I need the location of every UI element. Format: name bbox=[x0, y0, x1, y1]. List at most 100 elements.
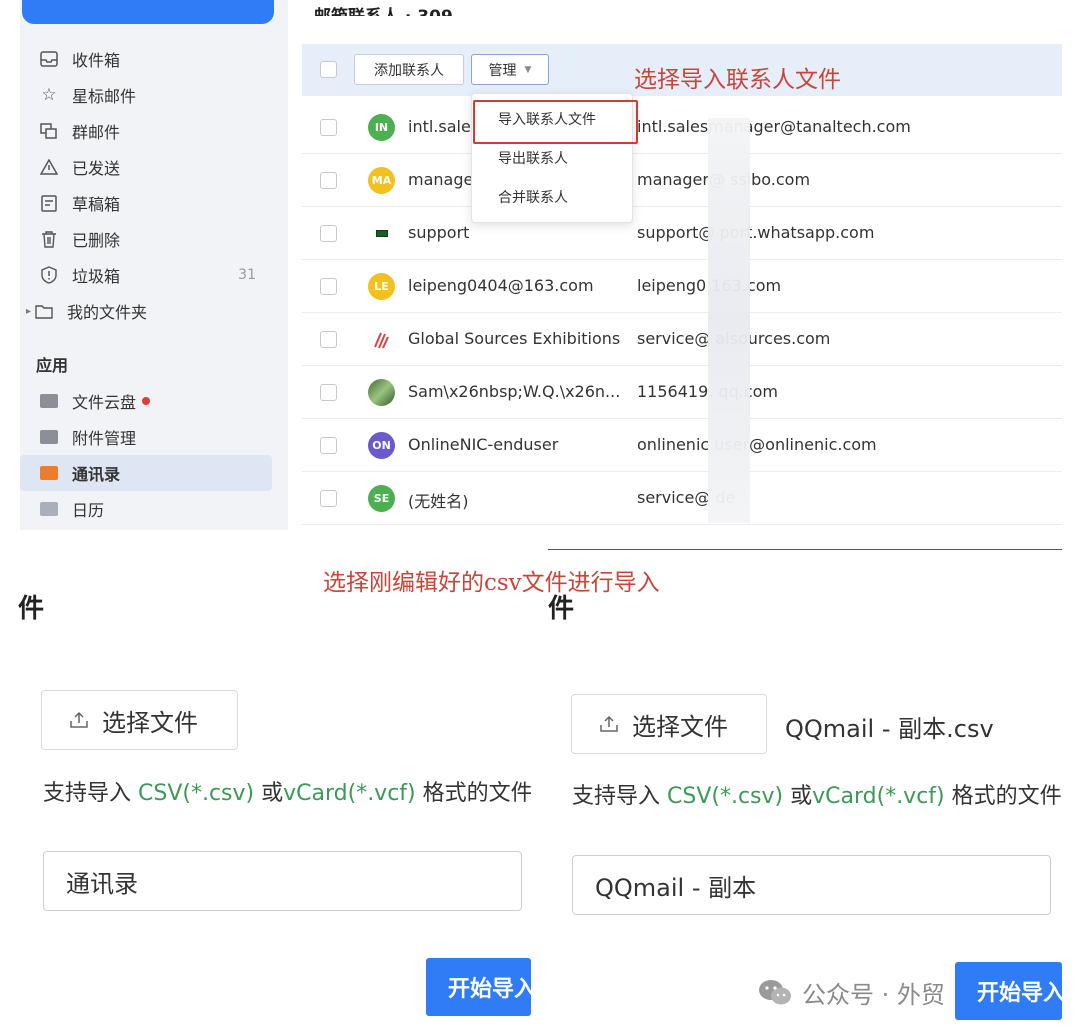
avatar: IN bbox=[368, 114, 395, 141]
draft-icon bbox=[38, 192, 60, 214]
right-start-import-button[interactable]: 开始导入 bbox=[955, 962, 1062, 1020]
table-row[interactable]: MA manage manager@ ssibo.com bbox=[302, 154, 1062, 207]
contact-email: intl.salesmanager@tanaltech.com bbox=[637, 117, 911, 136]
wechat-icon bbox=[758, 979, 792, 1007]
hint-text: 格式的文件 bbox=[944, 784, 1062, 809]
manage-dropdown-button[interactable]: 管理 ▼ bbox=[471, 54, 549, 85]
sidebar-item-calendar[interactable]: 日历 bbox=[20, 491, 272, 527]
avatar-photo bbox=[368, 379, 395, 406]
sidebar-item-spam[interactable]: 垃圾箱 31 bbox=[20, 257, 272, 293]
row-checkbox[interactable] bbox=[320, 172, 337, 189]
apps-heading: 应用 bbox=[36, 356, 69, 375]
annotation-select-csv: 选择刚编辑好的csv文件进行导入 bbox=[323, 570, 660, 596]
sidebar-item-label: 附件管理 bbox=[72, 429, 137, 448]
sidebar-item-my-folders[interactable]: ▸ 我的文件夹 bbox=[20, 293, 272, 329]
sidebar-item-label: 我的文件夹 bbox=[67, 303, 148, 322]
select-all-checkbox[interactable] bbox=[320, 61, 337, 78]
trash-icon bbox=[38, 228, 60, 250]
folder-icon bbox=[33, 300, 55, 322]
sidebar-item-label: 垃圾箱 bbox=[72, 267, 121, 286]
left-format-hint: 支持导入 CSV(*.csv) 或vCard(*.vcf) 格式的文件 bbox=[43, 775, 531, 807]
hint-text: 或 bbox=[254, 781, 284, 806]
expand-arrow-icon[interactable]: ▸ bbox=[26, 306, 31, 317]
table-row[interactable]: ON OnlineNIC-enduser onlinenic user@onli… bbox=[302, 419, 1062, 472]
sidebar-item-label: 收件箱 bbox=[72, 51, 121, 70]
sidebar-item-inbox[interactable]: 收件箱 bbox=[20, 41, 272, 77]
hint-text: 格式的文件 bbox=[415, 781, 531, 806]
avatar: SE bbox=[368, 485, 395, 512]
row-checkbox[interactable] bbox=[320, 278, 337, 295]
hint-text: 支持导入 bbox=[572, 784, 667, 809]
contact-email: onlinenic user@onlinenic.com bbox=[637, 435, 877, 454]
right-group-name-input[interactable]: QQmail - 副本 bbox=[572, 855, 1051, 915]
sidebar-item-starred[interactable]: ☆ 星标邮件 bbox=[20, 77, 272, 113]
hint-vcard: vCard(*.vcf) bbox=[283, 781, 416, 806]
choose-file-label: 选择文件 bbox=[102, 708, 198, 737]
contact-name: manage bbox=[408, 170, 474, 189]
hint-csv: CSV(*.csv) bbox=[667, 784, 784, 809]
table-row[interactable]: SE (无姓名) service@ de bbox=[302, 472, 1062, 525]
contact-email: support@ port.whatsapp.com bbox=[637, 223, 875, 242]
sidebar: 收件箱 ☆ 星标邮件 群邮件 已发送 草稿箱 已删除 垃圾箱 31 ▸ 我的文件… bbox=[20, 0, 288, 530]
left-choose-file-button[interactable]: 选择文件 bbox=[41, 690, 238, 750]
sidebar-item-label: 通讯录 bbox=[72, 465, 121, 484]
star-icon: ☆ bbox=[41, 85, 57, 105]
row-checkbox[interactable] bbox=[320, 119, 337, 136]
selected-file-name: QQmail - 副本.csv bbox=[785, 715, 994, 743]
avatar: ON bbox=[368, 432, 395, 459]
global-sources-logo-icon bbox=[368, 326, 395, 353]
table-row[interactable]: support support@ port.whatsapp.com bbox=[302, 207, 1062, 260]
highlight-box bbox=[473, 100, 638, 144]
row-checkbox[interactable] bbox=[320, 437, 337, 454]
spam-count: 31 bbox=[238, 267, 256, 283]
right-choose-file-button[interactable]: 选择文件 bbox=[571, 694, 767, 754]
hint-text: 或 bbox=[783, 784, 813, 809]
table-row[interactable]: Sam\x26nbsp;W.Q.\x26n... 1156419. qq.com bbox=[302, 366, 1062, 419]
row-checkbox[interactable] bbox=[320, 490, 337, 507]
whatsapp-flag-icon bbox=[368, 220, 395, 247]
sidebar-item-cloud-drive[interactable]: 文件云盘 bbox=[20, 383, 272, 419]
contact-name: Global Sources Exhibitions bbox=[408, 329, 621, 348]
sidebar-item-label: 草稿箱 bbox=[72, 195, 121, 214]
contact-name: (无姓名) bbox=[408, 492, 469, 511]
sidebar-item-attachments[interactable]: 附件管理 bbox=[20, 419, 272, 455]
table-row[interactable]: LE leipeng0404@163.com leipeng0 163.com bbox=[302, 260, 1062, 313]
sidebar-item-label: 已删除 bbox=[72, 231, 121, 250]
choose-file-label: 选择文件 bbox=[632, 712, 728, 741]
divider bbox=[548, 549, 1062, 550]
left-start-import-button[interactable]: 开始导入 bbox=[426, 958, 531, 1016]
right-format-hint: 支持导入 CSV(*.csv) 或vCard(*.vcf) 格式的文件 bbox=[572, 778, 1062, 810]
left-group-name-input[interactable]: 通讯录 bbox=[43, 851, 522, 911]
sidebar-item-group-mail[interactable]: 群邮件 bbox=[20, 113, 272, 149]
sidebar-item-sent[interactable]: 已发送 bbox=[20, 149, 272, 185]
manage-label: 管理 bbox=[488, 62, 517, 79]
hint-csv: CSV(*.csv) bbox=[138, 781, 255, 806]
contact-name: support bbox=[408, 223, 470, 242]
table-row[interactable]: IN intl.sales intl.salesmanager@tanaltec… bbox=[302, 101, 1062, 154]
sent-icon bbox=[38, 156, 60, 178]
upload-icon bbox=[68, 710, 90, 730]
add-contact-button[interactable]: 添加联系人 bbox=[354, 54, 464, 85]
row-checkbox[interactable] bbox=[320, 225, 337, 242]
caret-down-icon: ▼ bbox=[524, 64, 532, 75]
sidebar-item-deleted[interactable]: 已删除 bbox=[20, 221, 272, 257]
compose-button[interactable] bbox=[22, 0, 274, 24]
spam-icon bbox=[38, 264, 60, 286]
inbox-icon bbox=[38, 48, 60, 70]
right-panel-heading: 件 bbox=[548, 594, 575, 624]
row-checkbox[interactable] bbox=[320, 331, 337, 348]
sidebar-item-contacts[interactable]: 通讯录 bbox=[20, 455, 272, 491]
row-checkbox[interactable] bbox=[320, 384, 337, 401]
sidebar-item-drafts[interactable]: 草稿箱 bbox=[20, 185, 272, 221]
annotation-select-import: 选择导入联系人文件 bbox=[634, 67, 841, 93]
calendar-icon bbox=[38, 498, 60, 520]
sidebar-item-label: 群邮件 bbox=[72, 123, 121, 142]
notification-dot bbox=[142, 397, 151, 405]
menu-item-merge-contacts[interactable]: 合并联系人 bbox=[472, 178, 632, 216]
sidebar-item-label: 已发送 bbox=[72, 159, 121, 178]
table-row[interactable]: Global Sources Exhibitions service@ also… bbox=[302, 313, 1062, 366]
contact-name: Sam\x26nbsp;W.Q.\x26n... bbox=[408, 382, 621, 401]
left-panel-heading: 件 bbox=[18, 594, 45, 624]
menu-item-export-contacts[interactable]: 导出联系人 bbox=[472, 139, 632, 177]
avatar: MA bbox=[368, 167, 395, 194]
